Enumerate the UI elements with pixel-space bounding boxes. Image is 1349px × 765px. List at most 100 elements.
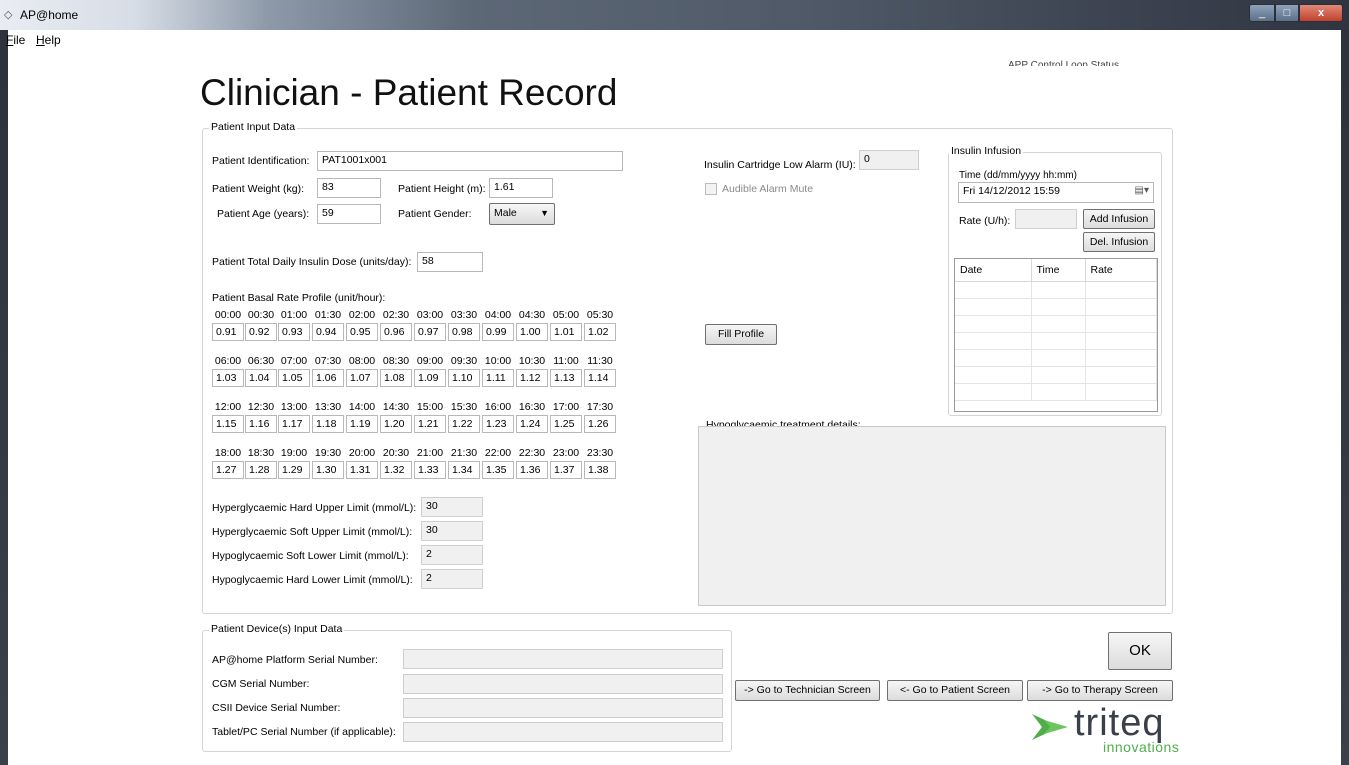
infusion-rate-field[interactable] [1015,209,1077,229]
go-patient-button[interactable]: <- Go to Patient Screen [887,680,1023,701]
basal-rate-field[interactable]: 1.06 [312,369,344,387]
basal-rate-field[interactable]: 1.38 [584,461,616,479]
basal-rate-field[interactable]: 1.34 [448,461,480,479]
limit-field[interactable]: 30 [421,521,483,541]
basal-rate-field[interactable]: 0.94 [312,323,344,341]
tablet-serial-field[interactable] [403,722,723,742]
basal-rate-field[interactable]: 1.10 [448,369,480,387]
close-button[interactable]: x [1299,4,1343,22]
basal-rate-field[interactable]: 0.96 [380,323,412,341]
basal-rate-field[interactable]: 1.02 [584,323,616,341]
basal-time-label: 12:30 [247,401,275,413]
limit-label: Hypoglycaemic Soft Lower Limit (mmol/L): [212,550,409,562]
group-legend: Patient Device(s) Input Data [209,623,345,635]
basal-rate-field[interactable]: 1.24 [516,415,548,433]
basal-rate-field[interactable]: 1.19 [346,415,378,433]
basal-rate-field[interactable]: 1.16 [245,415,277,433]
del-infusion-button[interactable]: Del. Infusion [1083,232,1155,252]
limit-field[interactable]: 2 [421,569,483,589]
basal-rate-field[interactable]: 1.07 [346,369,378,387]
calendar-icon[interactable]: ▤▾ [1135,185,1149,196]
basal-rate-field[interactable]: 1.32 [380,461,412,479]
basal-rate-field[interactable]: 1.09 [414,369,446,387]
maximize-button[interactable]: □ [1275,4,1299,22]
column-header-time[interactable]: Time [1031,259,1086,282]
title-bar[interactable]: ◇ AP@home _ □ x [0,0,1349,30]
basal-rate-field[interactable]: 0.91 [212,323,244,341]
basal-time-label: 09:00 [416,355,444,367]
tdd-label: Patient Total Daily Insulin Dose (units/… [212,256,412,268]
basal-rate-field[interactable]: 1.17 [278,415,310,433]
basal-rate-field[interactable]: 1.22 [448,415,480,433]
add-infusion-button[interactable]: Add Infusion [1083,209,1155,229]
gender-select[interactable]: Male ▼ [489,203,555,225]
menu-file[interactable]: File [6,33,25,47]
audible-mute-checkbox[interactable] [705,183,717,195]
basal-rate-field[interactable]: 1.08 [380,369,412,387]
tdd-field[interactable]: 58 [417,252,483,272]
basal-rate-field[interactable]: 1.26 [584,415,616,433]
limit-label: Hypoglycaemic Hard Lower Limit (mmol/L): [212,574,413,586]
basal-rate-field[interactable]: 1.27 [212,461,244,479]
infusion-time-picker[interactable]: Fri 14/12/2012 15:59 ▤▾ [958,182,1154,203]
basal-time-label: 01:30 [314,309,342,321]
group-legend: Patient Input Data [209,121,298,133]
basal-rate-field[interactable]: 1.15 [212,415,244,433]
age-field[interactable]: 59 [317,204,381,224]
basal-rate-field[interactable]: 1.04 [245,369,277,387]
csii-serial-field[interactable] [403,698,723,718]
basal-rate-field[interactable]: 1.13 [550,369,582,387]
basal-rate-field[interactable]: 1.21 [414,415,446,433]
basal-rate-field[interactable]: 1.37 [550,461,582,479]
basal-rate-field[interactable]: 1.23 [482,415,514,433]
basal-rate-field[interactable]: 1.12 [516,369,548,387]
limit-field[interactable]: 30 [421,497,483,517]
basal-rate-field[interactable]: 1.00 [516,323,548,341]
basal-rate-field[interactable]: 1.33 [414,461,446,479]
platform-serial-field[interactable] [403,649,723,669]
basal-rate-field[interactable]: 0.97 [414,323,446,341]
go-therapy-button[interactable]: -> Go to Therapy Screen [1027,680,1173,701]
patient-id-field[interactable]: PAT1001x001 [317,151,623,171]
page-title: Clinician - Patient Record [200,72,618,113]
basal-time-label: 14:30 [382,401,410,413]
window-title: AP@home [20,8,79,22]
weight-field[interactable]: 83 [317,178,381,198]
basal-rate-field[interactable]: 1.18 [312,415,344,433]
ok-button[interactable]: OK [1108,632,1172,670]
cgm-serial-field[interactable] [403,674,723,694]
basal-rate-field[interactable]: 1.03 [212,369,244,387]
basal-rate-field[interactable]: 0.95 [346,323,378,341]
basal-rate-field[interactable]: 1.35 [482,461,514,479]
basal-time-label: 02:00 [348,309,376,321]
height-field[interactable]: 1.61 [489,178,553,198]
fill-profile-button[interactable]: Fill Profile [705,324,777,345]
basal-rate-field[interactable]: 0.93 [278,323,310,341]
basal-rate-field[interactable]: 1.20 [380,415,412,433]
cartridge-alarm-field[interactable]: 0 [859,150,919,170]
minimize-button[interactable]: _ [1249,4,1275,22]
basal-rate-field[interactable]: 1.31 [346,461,378,479]
basal-rate-field[interactable]: 1.25 [550,415,582,433]
limit-label: Hyperglycaemic Hard Upper Limit (mmol/L)… [212,502,417,514]
basal-rate-field[interactable]: 1.36 [516,461,548,479]
basal-time-label: 10:30 [518,355,546,367]
limit-field[interactable]: 2 [421,545,483,565]
basal-rate-field[interactable]: 1.05 [278,369,310,387]
basal-rate-field[interactable]: 1.29 [278,461,310,479]
basal-time-label: 23:30 [586,447,614,459]
column-header-rate[interactable]: Rate [1085,259,1157,282]
basal-rate-field[interactable]: 0.98 [448,323,480,341]
basal-rate-field[interactable]: 1.14 [584,369,616,387]
basal-rate-field[interactable]: 1.28 [245,461,277,479]
basal-rate-field[interactable]: 1.30 [312,461,344,479]
basal-rate-field[interactable]: 0.92 [245,323,277,341]
menu-help[interactable]: Help [36,33,61,47]
basal-rate-field[interactable]: 0.99 [482,323,514,341]
basal-time-label: 20:00 [348,447,376,459]
hypo-details-field[interactable] [698,426,1166,606]
basal-rate-field[interactable]: 1.01 [550,323,582,341]
column-header-date[interactable]: Date [955,259,1032,282]
basal-rate-field[interactable]: 1.11 [482,369,514,387]
go-technician-button[interactable]: -> Go to Technician Screen [735,680,880,701]
